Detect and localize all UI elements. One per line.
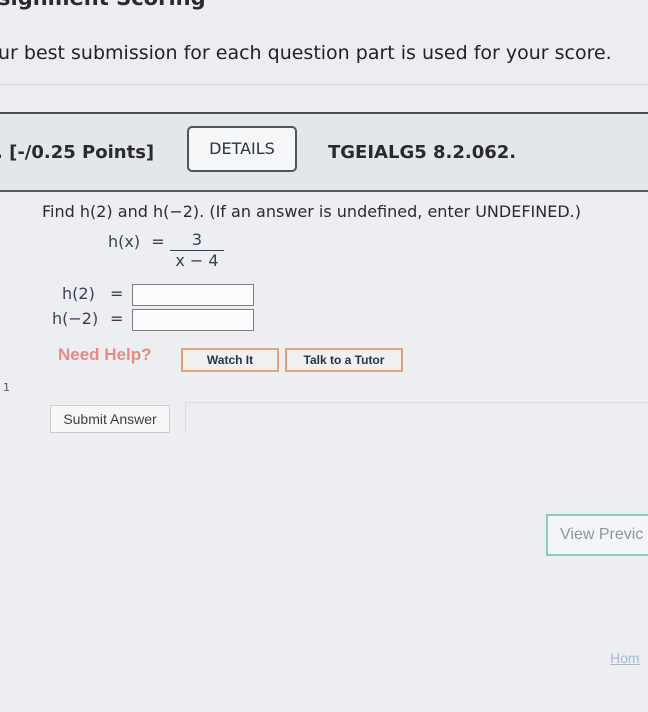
answer-label: h(2): [62, 284, 95, 303]
assignment-scoring-heading: signment Scoring: [0, 0, 206, 10]
function-equals: =: [151, 232, 165, 251]
hminus2-answer-input[interactable]: [132, 309, 254, 331]
function-definition: h(x) = 3 x − 4: [108, 230, 224, 270]
need-help-label: Need Help?: [58, 345, 152, 364]
answer-equals: =: [110, 284, 124, 303]
view-previous-button[interactable]: View Previc: [546, 514, 648, 556]
home-link[interactable]: Hom: [610, 650, 640, 666]
answer-row-h2: h(2) =: [62, 284, 123, 303]
h2-answer-input[interactable]: [132, 284, 254, 306]
function-lhs: h(x): [108, 232, 141, 251]
margin-mark: 1: [3, 381, 10, 394]
divider: [0, 84, 648, 85]
submit-area: [185, 402, 648, 433]
submit-answer-button[interactable]: Submit Answer: [50, 405, 170, 433]
watch-it-button[interactable]: Watch It: [181, 348, 279, 372]
answer-label: h(−2): [52, 309, 99, 328]
question-body: [18, 192, 648, 712]
talk-to-tutor-button[interactable]: Talk to a Tutor: [285, 348, 403, 372]
question-prompt: Find h(2) and h(−2). (If an answer is un…: [42, 202, 581, 221]
question-code: TGEIALG5 8.2.062.: [328, 142, 517, 163]
details-button[interactable]: DETAILS: [187, 126, 297, 172]
fraction-denominator: x − 4: [175, 251, 219, 270]
scoring-intro-text: ur best submission for each question par…: [0, 42, 612, 64]
question-points: . [-/0.25 Points]: [0, 142, 155, 163]
fraction-numerator: 3: [191, 230, 203, 249]
answer-row-hminus2: h(−2) =: [52, 309, 123, 328]
fraction: 3 x − 4: [170, 230, 224, 270]
answer-equals: =: [110, 309, 124, 328]
